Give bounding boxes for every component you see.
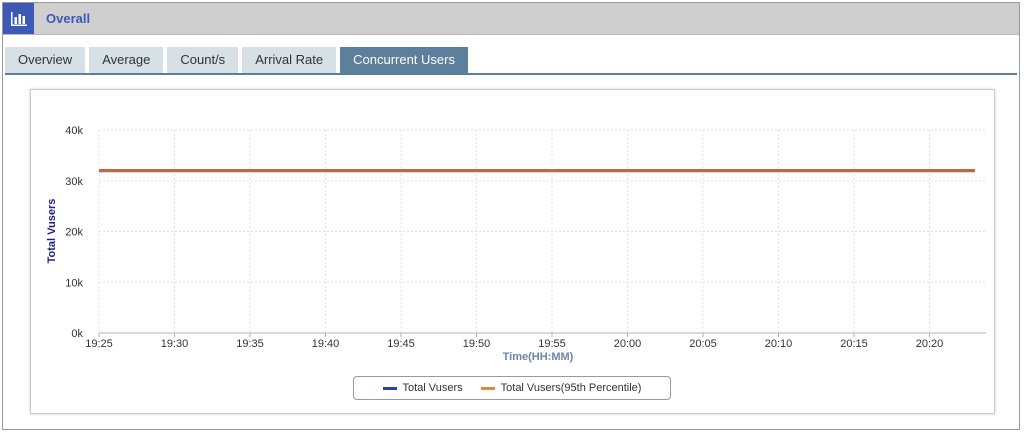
panel-header: Overall <box>3 3 1019 35</box>
x-tick-label: 19:40 <box>312 338 340 350</box>
legend-item-total-vusers[interactable]: Total Vusers <box>382 382 463 394</box>
x-tick-label: 19:25 <box>85 338 113 350</box>
x-tick-label: 19:35 <box>236 338 264 350</box>
y-tick-label: 20k <box>65 227 83 239</box>
tab-arrival-rate[interactable]: Arrival Rate <box>242 47 337 73</box>
legend-swatch-total-vusers <box>382 386 397 390</box>
chart-legend: Total Vusers Total Vusers(95th Percentil… <box>353 376 671 400</box>
tab-bar: Overview Average Count/s Arrival Rate Concur… <box>5 47 472 73</box>
legend-swatch-total-vusers-p95 <box>480 386 495 390</box>
tab-average[interactable]: Average <box>89 47 164 73</box>
x-tick-label: 19:50 <box>463 338 491 350</box>
x-tick-label: 19:55 <box>538 338 566 350</box>
tab-underline <box>5 73 1017 75</box>
x-tick-label: 20:20 <box>916 338 944 350</box>
chart-card: 0k 10k 20k 30k 40k 19:25 19:30 19:35 19:40 19:45 1… <box>30 89 995 414</box>
y-axis-title: Total Vusers <box>46 199 58 264</box>
tab-overview[interactable]: Overview <box>5 47 86 73</box>
legend-label-total-vusers: Total Vusers <box>402 382 463 394</box>
overall-panel: Overall Overview Average Count/s Arrival Ra… <box>2 2 1020 430</box>
x-tick-label: 19:45 <box>387 338 415 350</box>
tab-concurrent-users[interactable]: Concurrent Users <box>340 47 468 73</box>
x-tick-label: 20:05 <box>689 338 717 350</box>
legend-item-total-vusers-p95[interactable]: Total Vusers(95th Percentile) <box>480 382 642 394</box>
x-tick-label: 19:30 <box>161 338 189 350</box>
y-tick-label: 0k <box>71 328 83 340</box>
panel-title: Overall <box>46 11 91 26</box>
tab-count-s[interactable]: Count/s <box>167 47 239 73</box>
y-tick-label: 10k <box>65 277 83 289</box>
y-tick-label: 40k <box>65 125 83 137</box>
x-axis-title: Time(HH:MM) <box>503 351 574 363</box>
x-tick-label: 20:15 <box>840 338 868 350</box>
x-tick-label: 20:10 <box>765 338 793 350</box>
concurrent-users-chart: 0k 10k 20k 30k 40k 19:25 19:30 19:35 19:40 19:45 1… <box>46 125 986 363</box>
bar-chart-icon <box>3 3 34 34</box>
y-tick-label: 30k <box>65 176 83 188</box>
legend-label-total-vusers-p95: Total Vusers(95th Percentile) <box>500 382 642 394</box>
x-tick-label: 20:00 <box>614 338 642 350</box>
